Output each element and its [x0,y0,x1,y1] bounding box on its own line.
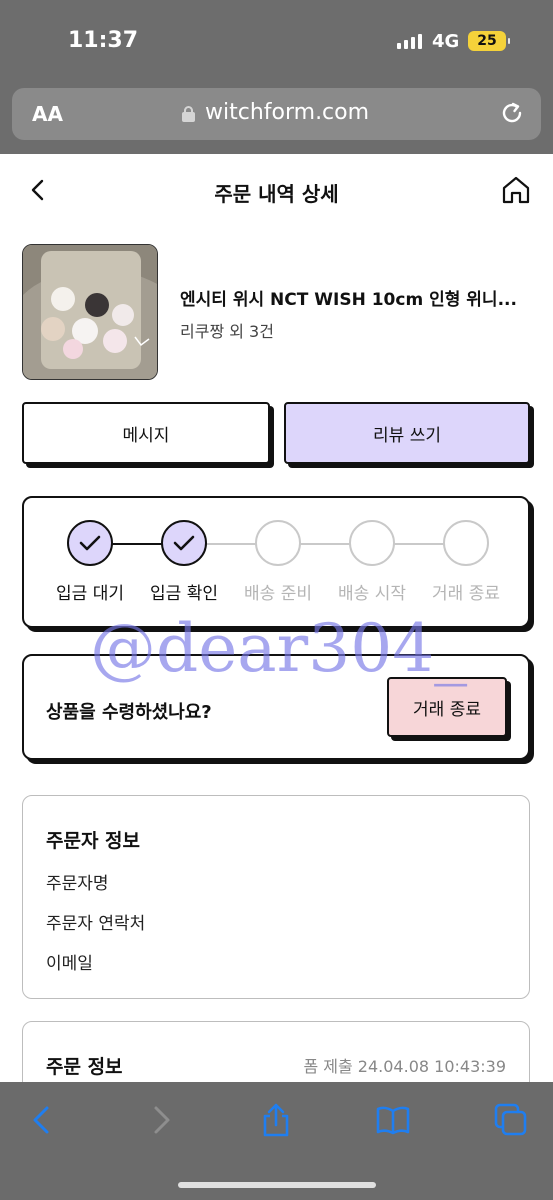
url-text[interactable]: witchform.com [205,100,369,125]
step-5-circle [443,520,489,566]
orderer-contact-label: 주문자 연락처 [46,914,146,934]
step-5-label: 거래 종료 [432,584,500,604]
address-bar[interactable]: AA witchform.com [12,88,541,140]
step-4-circle [349,520,395,566]
status-time: 11:37 [68,28,139,53]
step-connector [206,543,258,545]
bookmarks-icon[interactable] [375,1102,411,1138]
step-connector [300,543,352,545]
plush-photo-image [23,245,157,379]
browser-toolbar [0,1082,553,1200]
step-4-label: 배송 시작 [338,584,406,604]
step-1-check-icon [67,520,113,566]
watermark-text: @dear304_ [90,610,468,687]
product-options: 리쿠짱 외 3건 [180,322,274,341]
form-submitted-time: 폼 제출 24.04.08 10:43:39 [303,1057,506,1076]
text-size-button[interactable]: AA [32,102,63,126]
step-3-circle [255,520,301,566]
text-size-label: AA [32,102,63,126]
battery-level: 25 [477,33,497,49]
message-button[interactable]: 메시지 [22,402,270,464]
step-1-label: 입금 대기 [56,584,124,604]
orderer-email-label: 이메일 [46,954,93,974]
forward-icon[interactable] [143,1102,179,1138]
order-info-title: 주문 정보 [46,1056,123,1078]
step-2-check-icon [161,520,207,566]
step-2-label: 입금 확인 [150,584,218,604]
orderer-name-label: 주문자명 [46,874,109,894]
product-thumbnail[interactable] [22,244,158,380]
home-icon[interactable] [500,174,532,206]
page-title: 주문 내역 상세 [214,182,339,206]
page-content: 주문 내역 상세 엔시티 위시 NCT WISH 10cm 인형 위니... 리… [0,154,553,1082]
orderer-info-card: 주문자 정보 주문자명 주문자 연락처 이메일 [22,795,530,999]
browser-chrome: 11:37 4G 25 AA witchform.com [0,0,553,154]
step-connector [112,543,164,545]
reload-icon[interactable] [499,100,525,126]
lock-icon [182,106,195,122]
write-review-button[interactable]: 리뷰 쓰기 [284,402,530,464]
share-icon[interactable] [258,1102,294,1138]
order-progress-card: 입금 대기 입금 확인 배송 준비 배송 시작 거래 종료 [22,496,530,628]
step-connector [394,543,446,545]
order-info-card: 주문 정보 폼 제출 24.04.08 10:43:39 [22,1021,530,1082]
home-indicator[interactable] [178,1182,376,1188]
product-name[interactable]: 엔시티 위시 NCT WISH 10cm 인형 위니... [180,285,517,310]
orderer-info-title: 주문자 정보 [46,830,141,852]
receive-question: 상품을 수령하셨나요? [46,702,212,723]
back-icon[interactable] [24,1102,60,1138]
battery-icon: 25 [468,31,510,51]
signal-icon [397,34,422,49]
step-3-label: 배송 준비 [244,584,312,604]
tabs-icon[interactable] [493,1102,529,1138]
network-label: 4G [432,31,460,52]
